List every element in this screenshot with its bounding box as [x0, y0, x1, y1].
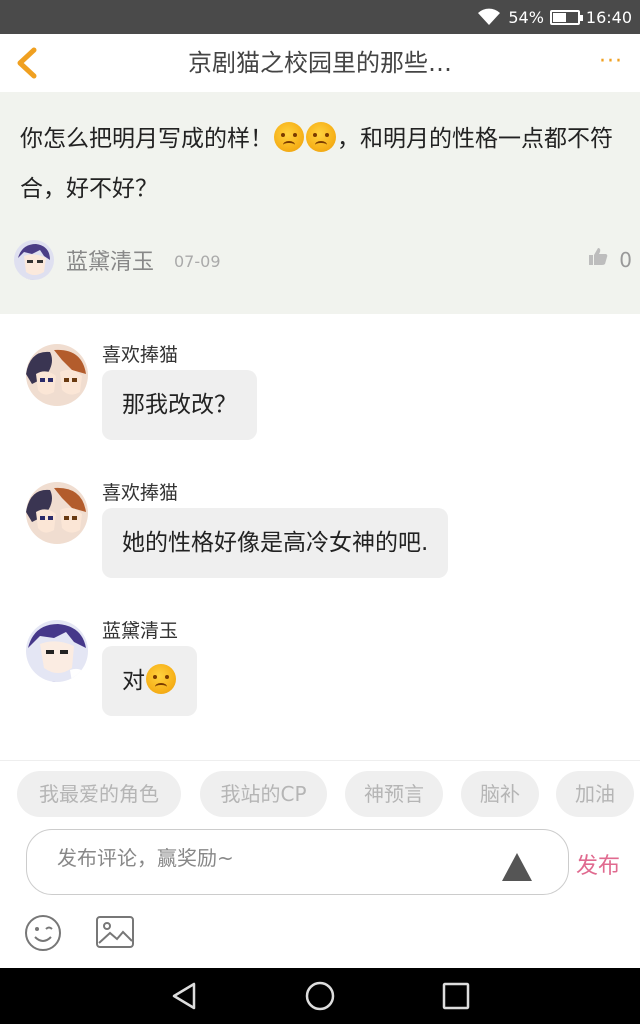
reply-author-name[interactable]: 蓝黛清玉: [102, 616, 178, 643]
frown-emoji-icon: [146, 664, 176, 694]
nav-home-icon[interactable]: [304, 980, 336, 1012]
status-indicators: 54% 16:40: [476, 0, 632, 34]
author-row: 蓝黛清玉 07-09 0: [14, 240, 634, 284]
nav-recent-apps-icon[interactable]: [440, 980, 472, 1012]
quick-tag[interactable]: 我最爱的角色: [17, 771, 181, 817]
reply-author-name[interactable]: 喜欢捧猫: [102, 340, 178, 367]
image-picker-icon[interactable]: [95, 915, 135, 949]
author-avatar[interactable]: [14, 240, 54, 280]
back-arrow-icon[interactable]: [10, 44, 46, 82]
battery-percent: 54%: [508, 7, 544, 27]
system-nav-bar: [0, 968, 640, 1024]
main-comment: 你怎么把明月写成的样！ ，和明月的性格一点都不符合，好不好？ 蓝黛清玉 07-09…: [0, 92, 640, 314]
avatar-illustration-icon: [14, 240, 54, 280]
comment-input-row: 发布评论，赢奖励~ 发布: [0, 826, 640, 898]
comment-input-placeholder: 发布评论，赢奖励~: [57, 846, 234, 870]
more-options-icon[interactable]: ···: [596, 51, 626, 73]
page-title: 京剧猫之校园里的那些…: [188, 49, 452, 77]
comment-date: 07-09: [174, 252, 221, 271]
header: 京剧猫之校园里的那些… ···: [0, 34, 640, 92]
publish-button[interactable]: 发布: [576, 848, 620, 880]
reply-avatar[interactable]: [26, 620, 88, 682]
quick-tags-bar: 我最爱的角色 我站的CP 神预言 脑补 加油: [0, 760, 640, 826]
author-name[interactable]: 蓝黛清玉: [66, 244, 154, 276]
avatar-illustration-icon: [26, 620, 88, 682]
reply-bubble: 那我改改？: [102, 370, 257, 440]
send-arrow-icon[interactable]: [502, 853, 532, 881]
reply-text: 她的性格好像是高冷女神的吧.: [122, 530, 429, 556]
emoji-picker-icon[interactable]: [24, 914, 62, 952]
reply-bubble: 对: [102, 646, 197, 716]
quick-tag[interactable]: 加油: [556, 771, 634, 817]
clock: 16:40: [585, 7, 632, 27]
reply-item-partial: [0, 748, 640, 760]
avatar-illustration-icon: [26, 344, 88, 406]
reply-bubble: 她的性格好像是高冷女神的吧.: [102, 508, 449, 578]
battery-icon: [549, 9, 583, 25]
reply-text: 那我改改？: [122, 392, 237, 418]
main-comment-text: 你怎么把明月写成的样！ ，和明月的性格一点都不符合，好不好？: [20, 114, 620, 214]
quick-tag[interactable]: 神预言: [345, 771, 443, 817]
reply-avatar[interactable]: [26, 344, 88, 406]
thumbs-up-icon[interactable]: [588, 246, 608, 266]
avatar-illustration-icon: [26, 482, 88, 544]
nav-back-icon[interactable]: [168, 980, 200, 1012]
like-count: 0: [619, 248, 632, 272]
reply-avatar[interactable]: [26, 482, 88, 544]
wifi-icon: [478, 8, 501, 25]
reply-text: 对: [122, 668, 145, 694]
comment-input[interactable]: 发布评论，赢奖励~: [26, 829, 569, 895]
frown-emoji-icon: [274, 122, 304, 152]
input-tools-row: [0, 898, 640, 968]
quick-tag[interactable]: 我站的CP: [200, 771, 327, 817]
status-bar: 54% 16:40: [0, 0, 640, 34]
frown-emoji-icon: [306, 122, 336, 152]
reply-author-name[interactable]: 喜欢捧猫: [102, 478, 178, 505]
quick-tag[interactable]: 脑补: [461, 771, 539, 817]
main-comment-text-part1: 你怎么把明月写成的样！: [20, 126, 273, 152]
battery-fill: [552, 12, 566, 22]
